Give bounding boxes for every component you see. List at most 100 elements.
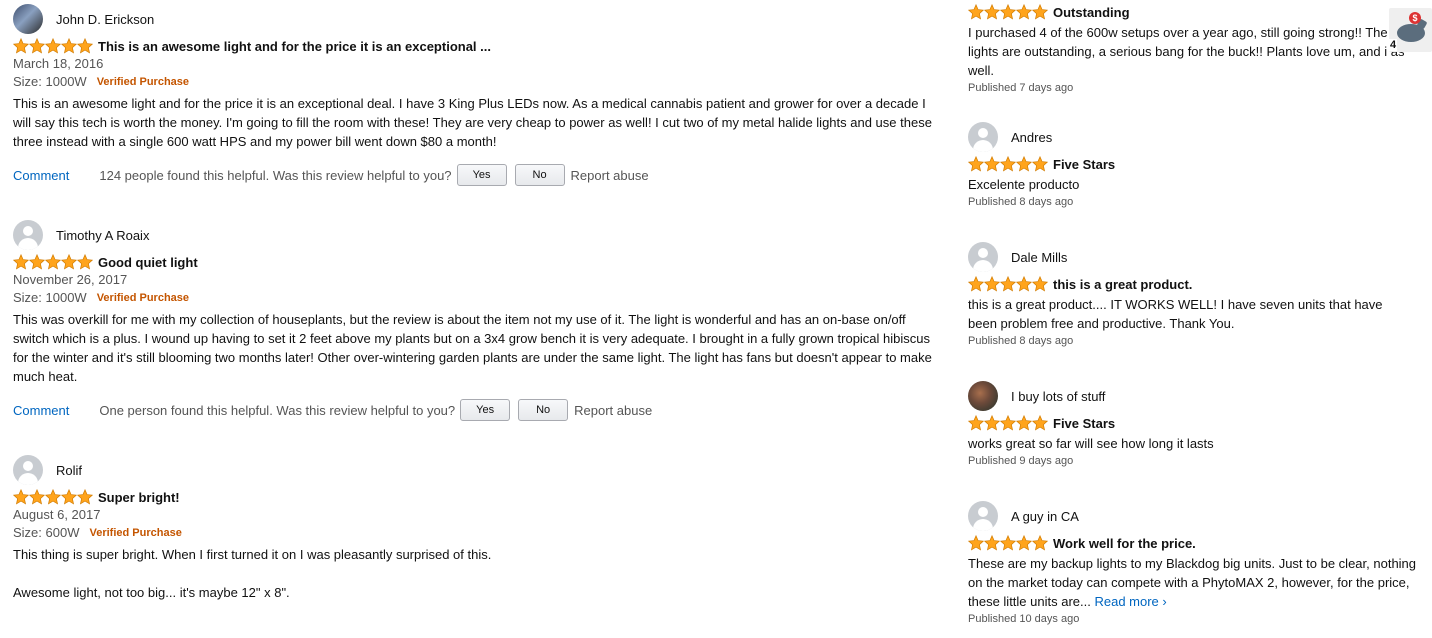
star-rating[interactable]	[968, 276, 1048, 292]
report-abuse-link[interactable]: Report abuse	[571, 168, 649, 183]
reviewer-profile[interactable]: A guy in CA	[968, 501, 1418, 531]
star-icon	[61, 489, 77, 505]
helpful-no-button[interactable]: No	[514, 164, 565, 186]
star-rating[interactable]	[968, 415, 1048, 431]
avatar[interactable]	[13, 220, 43, 250]
review: John D. Erickson This is an awesome ligh…	[13, 4, 938, 186]
review-title[interactable]: this is a great product.	[1053, 277, 1192, 292]
reviewer-profile[interactable]: Andres	[968, 122, 1408, 152]
review-title[interactable]: Super bright!	[98, 490, 180, 505]
helpful-count: 124 people found this helpful. Was this …	[99, 167, 452, 183]
reviewer-profile[interactable]: I buy lots of stuff	[968, 381, 1408, 411]
star-icon	[1032, 4, 1048, 20]
star-icon	[1000, 156, 1016, 172]
size-option[interactable]: Size: 1000W	[13, 74, 87, 89]
star-icon	[968, 156, 984, 172]
sidebar-review: Andres Five Stars Excelente producto Pub…	[968, 122, 1408, 208]
star-rating[interactable]	[968, 4, 1048, 20]
star-icon	[1032, 276, 1048, 292]
report-abuse-link[interactable]: Report abuse	[574, 403, 652, 418]
star-icon	[1000, 4, 1016, 20]
published-date: Published 8 days ago	[968, 335, 1074, 347]
review-text: This was overkill for me with my collect…	[13, 312, 932, 384]
review-date: August 6, 2017	[13, 507, 101, 522]
review-date: November 26, 2017	[13, 272, 128, 287]
review-text: Awesome light, not too big... it's maybe…	[13, 585, 290, 600]
reviewer-name[interactable]: I buy lots of stuff	[1011, 389, 1105, 404]
review-title[interactable]: Outstanding	[1053, 5, 1130, 20]
reviewer-profile[interactable]: Dale Mills	[968, 242, 1408, 272]
star-icon	[45, 38, 61, 54]
reviewer-name[interactable]: Dale Mills	[1011, 250, 1067, 265]
star-icon	[1016, 415, 1032, 431]
star-icon	[984, 415, 1000, 431]
verified-purchase-badge: Verified Purchase	[89, 526, 182, 539]
avatar[interactable]	[968, 501, 998, 531]
star-icon	[77, 489, 93, 505]
star-icon	[45, 254, 61, 270]
size-option[interactable]: Size: 1000W	[13, 290, 87, 305]
reviewer-profile[interactable]: John D. Erickson	[13, 4, 938, 34]
star-icon	[1000, 535, 1016, 551]
star-icon	[968, 535, 984, 551]
review-title[interactable]: Five Stars	[1053, 157, 1115, 172]
star-icon	[61, 254, 77, 270]
star-icon	[1016, 535, 1032, 551]
review-title[interactable]: Five Stars	[1053, 416, 1115, 431]
sidebar-review: Dale Mills this is a great product. this…	[968, 242, 1408, 347]
reviewer-name[interactable]: Andres	[1011, 130, 1052, 145]
reviewer-name[interactable]: A guy in CA	[1011, 509, 1079, 524]
review-title[interactable]: This is an awesome light and for the pri…	[98, 39, 491, 54]
published-date: Published 8 days ago	[968, 196, 1074, 208]
review-title[interactable]: Good quiet light	[98, 255, 198, 270]
star-icon	[29, 254, 45, 270]
extension-badge: 4	[1389, 39, 1398, 51]
review: Timothy A Roaix Good quiet light Novembe…	[13, 220, 938, 421]
review-text: This thing is super bright. When I first…	[13, 547, 492, 562]
reviewer-name[interactable]: John D. Erickson	[56, 12, 154, 27]
star-rating[interactable]	[13, 489, 93, 505]
reviewer-name[interactable]: Timothy A Roaix	[56, 228, 149, 243]
avatar[interactable]	[968, 122, 998, 152]
sidebar-review: I buy lots of stuff Five Stars works gre…	[968, 381, 1408, 467]
avatar[interactable]	[13, 455, 43, 485]
review-text: This is an awesome light and for the pri…	[13, 96, 932, 149]
star-icon	[1016, 276, 1032, 292]
sidebar-review: Outstanding I purchased 4 of the 600w se…	[968, 4, 1408, 94]
coin-icon: $	[1409, 12, 1421, 24]
helpful-yes-button[interactable]: Yes	[460, 399, 511, 421]
review-text: I purchased 4 of the 600w setups over a …	[968, 25, 1405, 78]
star-rating[interactable]	[13, 38, 93, 54]
published-date: Published 10 days ago	[968, 613, 1080, 625]
star-icon	[984, 156, 1000, 172]
review: Rolif Super bright! August 6, 2017 Size:…	[13, 455, 938, 602]
size-option[interactable]: Size: 600W	[13, 525, 79, 540]
comment-link[interactable]: Comment	[13, 403, 69, 418]
star-rating[interactable]	[968, 156, 1048, 172]
star-icon	[1016, 4, 1032, 20]
star-rating[interactable]	[968, 535, 1048, 551]
star-icon	[1032, 415, 1048, 431]
review-text-block: These are my backup lights to my Blackdo…	[968, 554, 1418, 611]
star-icon	[29, 38, 45, 54]
avatar[interactable]	[968, 381, 998, 411]
comment-link[interactable]: Comment	[13, 168, 69, 183]
piggy-bank-extension-button[interactable]: $ 4	[1389, 8, 1432, 52]
reviewer-profile[interactable]: Timothy A Roaix	[13, 220, 938, 250]
star-icon	[77, 38, 93, 54]
helpful-no-button[interactable]: No	[518, 399, 569, 421]
star-icon	[1016, 156, 1032, 172]
review-title[interactable]: Work well for the price.	[1053, 536, 1196, 551]
read-more-link[interactable]: Read more ›	[1094, 594, 1166, 609]
avatar[interactable]	[968, 242, 998, 272]
published-date: Published 7 days ago	[968, 82, 1074, 94]
star-icon	[29, 489, 45, 505]
star-icon	[1032, 156, 1048, 172]
star-icon	[1032, 535, 1048, 551]
reviewer-name[interactable]: Rolif	[56, 463, 82, 478]
reviewer-profile[interactable]: Rolif	[13, 455, 938, 485]
star-rating[interactable]	[13, 254, 93, 270]
avatar[interactable]	[13, 4, 43, 34]
helpful-yes-button[interactable]: Yes	[456, 164, 507, 186]
review-date: March 18, 2016	[13, 56, 104, 71]
